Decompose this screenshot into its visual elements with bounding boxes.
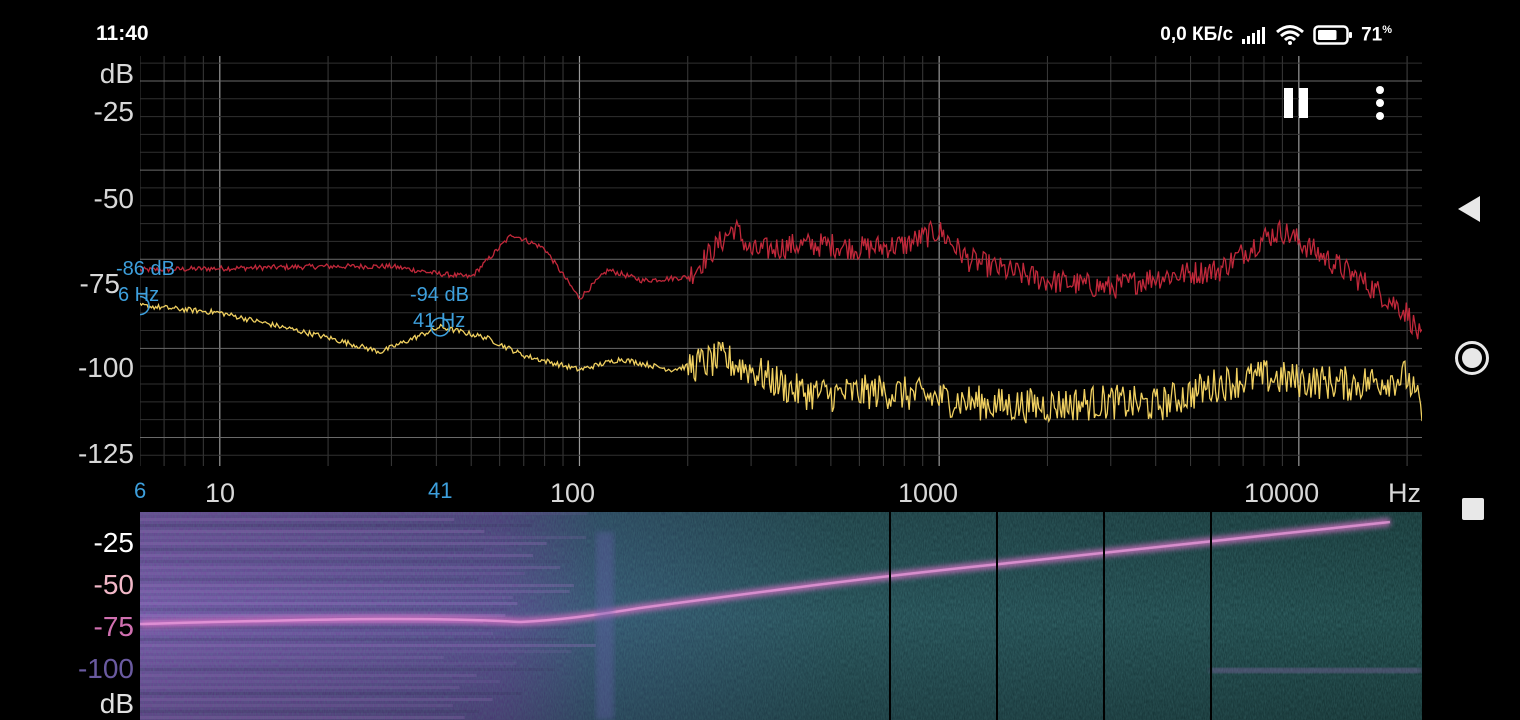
x-unit: Hz [1388, 478, 1421, 508]
spectrogram-y-tick: -25 [93, 527, 134, 558]
spectrum-y-tick: -75 [79, 268, 120, 299]
pause-bar [1284, 88, 1293, 118]
x-cursor-label: 6 [134, 478, 147, 503]
spectrogram-y-unit: dB [99, 688, 134, 719]
spectrogram-y-tick: -50 [93, 569, 134, 600]
spectrum-y-unit: dB [99, 58, 134, 89]
spectrogram-y-tick: -100 [77, 653, 134, 684]
pause-bar [1299, 88, 1308, 118]
cursor-2-hz: 41 Hz [413, 310, 466, 332]
peak-spectrum-line [140, 218, 1422, 340]
wifi-icon [1275, 24, 1305, 46]
x-tick: 1000 [898, 478, 959, 508]
spectrum-svg [140, 56, 1422, 466]
pause-icon[interactable] [1284, 88, 1310, 118]
spectrogram-view[interactable] [140, 512, 1422, 720]
spectrogram-band [1210, 668, 1422, 673]
nav-recents-icon[interactable] [1462, 498, 1484, 520]
cursor-2-db: -94 dB [410, 284, 469, 306]
status-time: 11:40 [96, 22, 149, 45]
spectrogram-y-tick: -75 [93, 611, 134, 642]
current-spectrum-line [140, 302, 1422, 424]
spectrum-y-tick: -125 [77, 438, 134, 469]
screen: 11:40 0,0 КБ/с 71% dB -25 -50 -75 -100 -… [0, 0, 1520, 720]
x-cursor-label: 41 [428, 478, 453, 503]
network-speed: 0,0 КБ/с [1160, 24, 1234, 45]
more-dot [1376, 86, 1384, 94]
battery-percent-unit: % [1382, 23, 1392, 36]
more-dot [1376, 112, 1384, 120]
battery-icon [1313, 24, 1353, 46]
nav-back-icon[interactable] [1458, 196, 1480, 222]
spectrogram-band [596, 532, 614, 720]
more-dot [1376, 99, 1384, 107]
battery-percent-value: 71 [1361, 24, 1383, 46]
cursor-1-db: -86 dB [116, 258, 175, 280]
status-icons: 0,0 КБ/с 71% [1160, 22, 1392, 48]
more-vert-icon[interactable] [1368, 84, 1392, 124]
battery-percent: 71% [1361, 24, 1392, 46]
spectrum-y-tick: -100 [77, 352, 134, 383]
nav-home-icon[interactable] [1455, 341, 1489, 375]
spectrogram-svg [140, 512, 1422, 720]
cursor-1-hz: 6 Hz [118, 284, 160, 306]
x-tick: 100 [550, 478, 596, 508]
spectrum-y-tick: -50 [93, 183, 134, 214]
signal-icon [1241, 25, 1267, 45]
spectrum-y-tick: -25 [93, 96, 134, 127]
x-tick: 10000 [1244, 478, 1320, 508]
spectrum-plot[interactable] [140, 56, 1422, 466]
x-tick: 10 [205, 478, 236, 508]
